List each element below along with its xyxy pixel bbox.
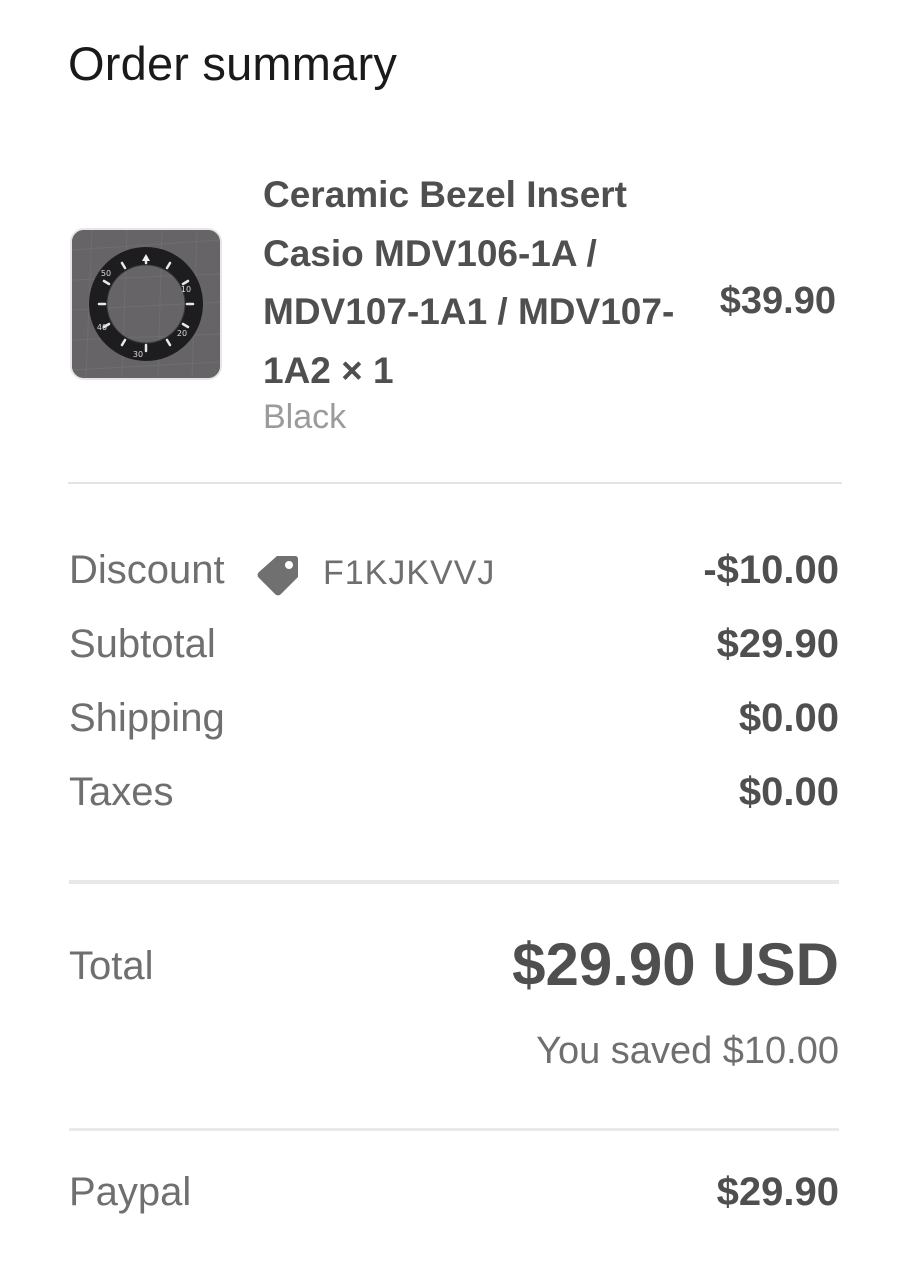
divider xyxy=(69,880,839,884)
discount-value: -$10.00 xyxy=(703,548,839,592)
subtotal-label: Subtotal xyxy=(69,622,216,666)
subtotal-value: $29.90 xyxy=(716,622,839,666)
bezel-insert-image: 10 20 30 40 50 xyxy=(72,230,220,378)
bezel-number: 10 xyxy=(181,285,191,294)
bezel-number: 40 xyxy=(97,323,107,332)
payment-row: Paypal $29.90 xyxy=(69,1170,839,1226)
bezel-number: 50 xyxy=(101,269,111,278)
shipping-row: Shipping $0.00 xyxy=(69,696,839,752)
discount-code: F1KJKVVJ xyxy=(323,554,496,592)
bezel-number: 30 xyxy=(133,350,143,359)
divider xyxy=(68,482,842,484)
product-thumbnail: 10 20 30 40 50 xyxy=(72,230,220,378)
savings-text: You saved $10.00 xyxy=(536,1030,839,1072)
tag-icon xyxy=(257,556,298,596)
taxes-value: $0.00 xyxy=(738,770,839,814)
total-label: Total xyxy=(69,944,154,988)
page-title: Order summary xyxy=(68,37,398,90)
subtotal-row: Subtotal $29.90 xyxy=(69,622,839,678)
taxes-row: Taxes $0.00 xyxy=(69,770,839,826)
item-variant: Black xyxy=(263,398,347,436)
bezel-number: 20 xyxy=(177,329,187,338)
payment-value: $29.90 xyxy=(716,1170,839,1214)
shipping-value: $0.00 xyxy=(738,696,839,740)
taxes-label: Taxes xyxy=(69,770,174,814)
item-name: Ceramic Bezel Insert Casio MDV106-1A / M… xyxy=(263,174,675,391)
item-price: $39.90 xyxy=(719,280,836,322)
shipping-label: Shipping xyxy=(69,696,225,740)
payment-label: Paypal xyxy=(69,1170,192,1214)
total-value: $29.90 USD xyxy=(512,931,839,998)
discount-label: Discount xyxy=(69,548,225,592)
divider xyxy=(69,1128,839,1131)
discount-row: Discount F1KJKVVJ -$10.00 xyxy=(69,548,839,604)
